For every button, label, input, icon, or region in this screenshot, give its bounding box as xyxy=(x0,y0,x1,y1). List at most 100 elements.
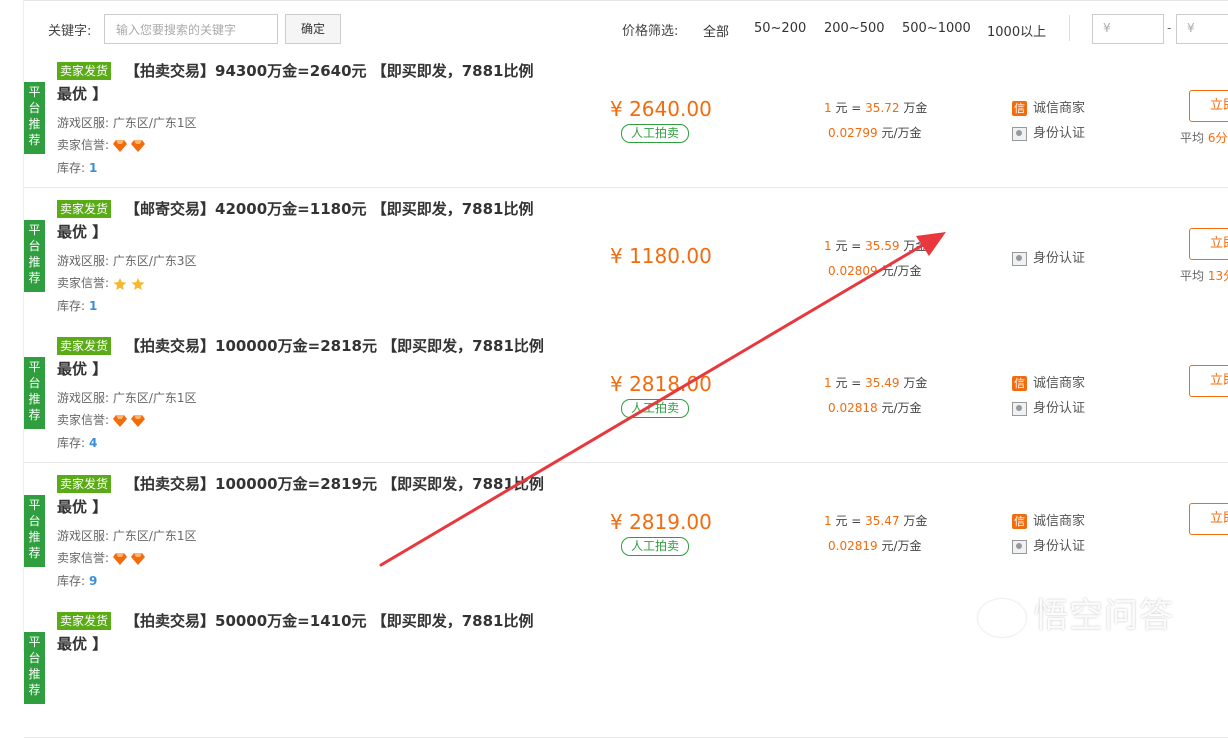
server-label: 游戏区服: xyxy=(57,391,110,405)
stock-label: 库存: xyxy=(57,299,86,313)
listing-price: ¥ 2818.00 xyxy=(610,372,712,396)
price-filter-200-500[interactable]: 200~500 xyxy=(824,21,885,36)
credit-label: 卖家信誉: xyxy=(57,413,110,427)
table-row[interactable]: 平台推荐 【拍卖交易】100000万金=2818元 【即买即发，7881比例最优 … xyxy=(24,325,1228,463)
id-card-icon xyxy=(1012,401,1027,416)
listing-title[interactable]: 【拍卖交易】94300万金=2640元 【即买即发，7881比例最优 】 xyxy=(57,60,547,106)
unit-price: 0.02819 元/万金 xyxy=(828,539,922,553)
seller-credit: 卖家信誉: xyxy=(57,274,145,291)
unit-price: 0.02809 元/万金 xyxy=(828,264,922,278)
diamond-icon xyxy=(113,139,128,152)
unit-price: 0.02799 元/万金 xyxy=(828,126,922,140)
credit-label: 卖家信誉: xyxy=(57,138,110,152)
seller-ship-badge: 卖家发货 xyxy=(57,200,112,218)
seller-credit: 卖家信誉: xyxy=(57,411,146,428)
stock-info: 库存: 4 xyxy=(57,434,97,451)
stock-info: 库存: 9 xyxy=(57,572,97,589)
id-verified: 身份认证 xyxy=(1012,535,1085,554)
buy-now-button[interactable]: 立即 xyxy=(1189,228,1228,260)
listing-panel: 关键字: 输入您要搜索的关键字 确定 价格筛选: 全部 50~200 200~5… xyxy=(23,0,1228,738)
price-filter-50-200[interactable]: 50~200 xyxy=(754,21,806,36)
stock-value: 4 xyxy=(89,436,98,450)
listing-title[interactable]: 【邮寄交易】42000万金=1180元 【即买即发，7881比例最优 】 xyxy=(57,198,547,244)
server-info: 游戏区服: 广东区/广东1区 xyxy=(57,389,197,406)
confirm-button[interactable]: 确定 xyxy=(285,14,341,44)
diamond-icon xyxy=(131,552,146,565)
max-price-input[interactable]: ¥ xyxy=(1176,14,1228,44)
id-card-icon xyxy=(1012,126,1027,141)
seller-ship-badge: 卖家发货 xyxy=(57,62,112,80)
left-gutter xyxy=(0,0,23,652)
watermark: 悟空问答 xyxy=(978,588,1174,637)
stock-info: 库存: 1 xyxy=(57,297,97,314)
server-label: 游戏区服: xyxy=(57,529,110,543)
id-verified: 身份认证 xyxy=(1012,122,1085,141)
watermark-logo-icon xyxy=(978,598,1026,637)
average-delivery-time: 平均 13分 xyxy=(1180,269,1228,283)
diamond-icon xyxy=(131,414,146,427)
server-info: 游戏区服: 广东区/广东1区 xyxy=(57,527,197,544)
keyword-placeholder: 输入您要搜索的关键字 xyxy=(116,23,237,37)
price-filter-500-1000[interactable]: 500~1000 xyxy=(902,21,971,36)
seller-credit: 卖家信誉: xyxy=(57,136,146,153)
credit-label: 卖家信誉: xyxy=(57,551,110,565)
exchange-rate: 1 元 = 35.47 万金 xyxy=(824,514,928,528)
trusted-merchant: 信诚信商家 xyxy=(1012,101,1086,116)
unit-price: 0.02818 元/万金 xyxy=(828,401,922,415)
stock-label: 库存: xyxy=(57,436,86,450)
listing-price: ¥ 2640.00 xyxy=(610,97,712,121)
listing-title[interactable]: 【拍卖交易】100000万金=2818元 【即买即发，7881比例最优 】 xyxy=(57,335,547,381)
server-info: 游戏区服: 广东区/广东3区 xyxy=(57,252,197,269)
buy-now-button[interactable]: 立即 xyxy=(1189,503,1228,535)
seller-credit: 卖家信誉: xyxy=(57,549,146,566)
id-card-icon xyxy=(1012,251,1027,266)
max-price-placeholder: ¥ xyxy=(1187,21,1195,35)
price-filter-all[interactable]: 全部 xyxy=(703,21,729,40)
keyword-input[interactable]: 输入您要搜索的关键字 xyxy=(104,14,278,44)
seller-ship-badge: 卖家发货 xyxy=(57,475,112,493)
stock-value: 9 xyxy=(89,574,98,588)
platform-recommend-tag: 平台推荐 xyxy=(24,220,45,292)
trusted-merchant-icon: 信 xyxy=(1012,376,1027,391)
star-icon xyxy=(131,277,145,290)
price-filter-1000-plus[interactable]: 1000以上 xyxy=(987,21,1046,40)
keyword-label: 关键字: xyxy=(48,24,92,39)
credit-label: 卖家信誉: xyxy=(57,276,110,290)
listing-title[interactable]: 【拍卖交易】100000万金=2819元 【即买即发，7881比例最优 】 xyxy=(57,473,547,519)
table-row[interactable]: 平台推荐 【拍卖交易】94300万金=2640元 【即买即发，7881比例最优 】… xyxy=(24,50,1228,188)
platform-recommend-tag: 平台推荐 xyxy=(24,357,45,429)
exchange-rate: 1 元 = 35.49 万金 xyxy=(824,376,928,390)
manual-auction-tag: 人工拍卖 xyxy=(621,399,689,418)
server-value: 广东区/广东1区 xyxy=(112,391,197,405)
buy-now-button[interactable]: 立即 xyxy=(1189,365,1228,397)
trusted-merchant: 信诚信商家 xyxy=(1012,514,1086,529)
server-info: 游戏区服: 广东区/广东1区 xyxy=(57,114,197,131)
trusted-merchant: 信诚信商家 xyxy=(1012,376,1086,391)
listing-title[interactable]: 【拍卖交易】50000万金=1410元 【即买即发，7881比例最优 】 xyxy=(57,610,547,656)
server-value: 广东区/广东3区 xyxy=(112,254,197,268)
stock-value: 1 xyxy=(89,299,98,313)
table-row[interactable]: 平台推荐 【邮寄交易】42000万金=1180元 【即买即发，7881比例最优 】… xyxy=(24,188,1228,326)
watermark-text: 悟空问答 xyxy=(1034,596,1174,636)
server-label: 游戏区服: xyxy=(57,254,110,268)
server-value: 广东区/广东1区 xyxy=(112,116,197,130)
min-price-placeholder: ¥ xyxy=(1103,21,1111,35)
price-filter-label: 价格筛选: xyxy=(622,24,679,39)
manual-auction-tag: 人工拍卖 xyxy=(621,537,689,556)
platform-recommend-tag: 平台推荐 xyxy=(24,82,45,154)
stock-value: 1 xyxy=(89,161,98,175)
table-row[interactable]: 平台推荐 【拍卖交易】100000万金=2819元 【即买即发，7881比例最优 … xyxy=(24,463,1228,601)
platform-recommend-tag: 平台推荐 xyxy=(24,495,45,567)
platform-recommend-tag: 平台推荐 xyxy=(24,632,45,704)
diamond-icon xyxy=(113,414,128,427)
buy-now-button[interactable]: 立即 xyxy=(1189,90,1228,122)
diamond-icon xyxy=(113,552,128,565)
listing-price: ¥ 1180.00 xyxy=(610,244,712,268)
stock-info: 库存: 1 xyxy=(57,159,97,176)
stock-label: 库存: xyxy=(57,161,86,175)
min-price-input[interactable]: ¥ xyxy=(1092,14,1164,44)
trusted-merchant-icon: 信 xyxy=(1012,101,1027,116)
id-card-icon xyxy=(1012,539,1027,554)
exchange-rate: 1 元 = 35.72 万金 xyxy=(824,101,928,115)
filter-bar: 关键字: 输入您要搜索的关键字 确定 价格筛选: 全部 50~200 200~5… xyxy=(24,0,1228,52)
